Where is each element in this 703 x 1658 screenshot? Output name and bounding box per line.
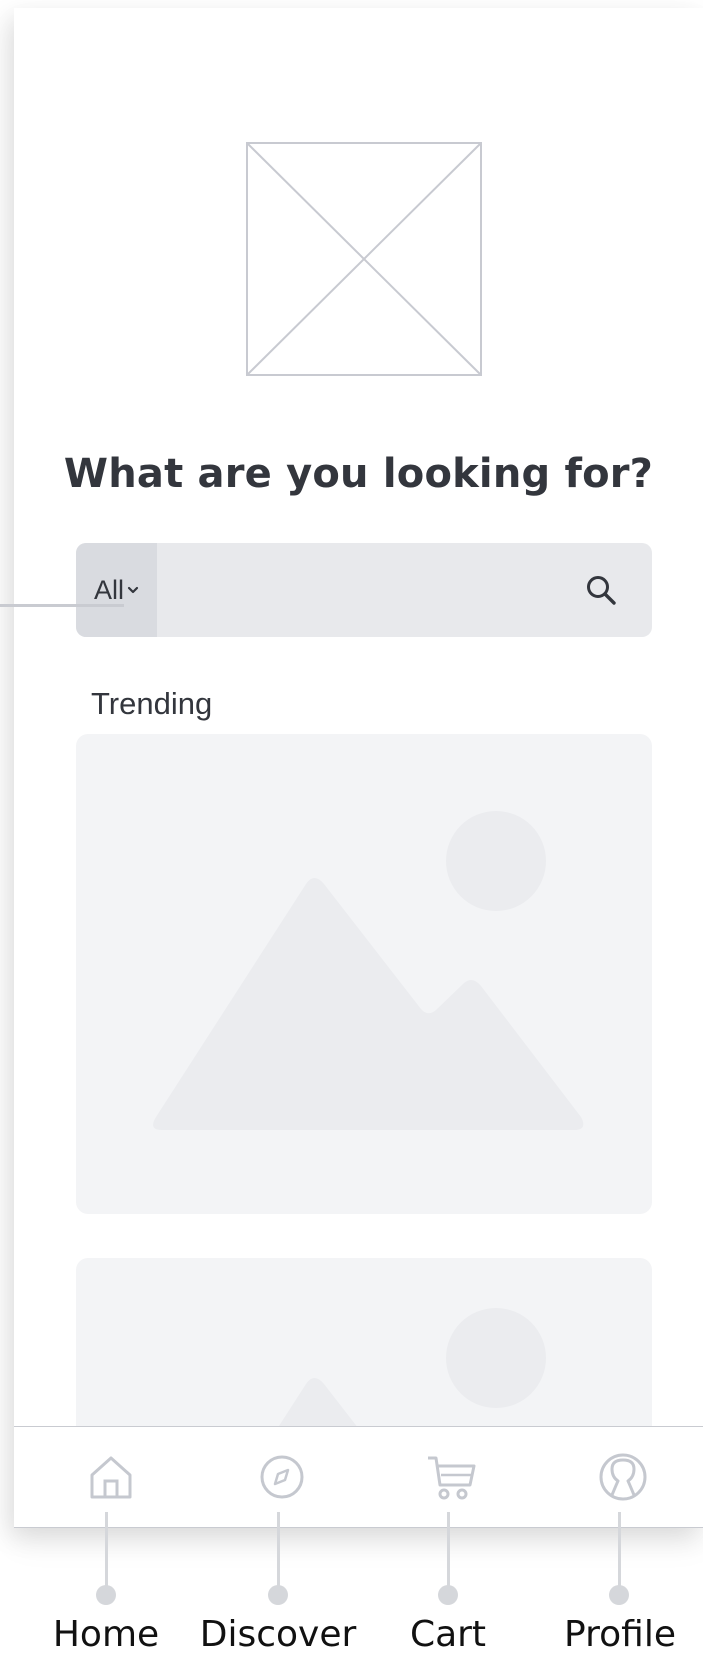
callout-dot-cart bbox=[438, 1585, 458, 1605]
image-placeholder-x-icon bbox=[246, 142, 482, 376]
callout-line-home bbox=[105, 1512, 108, 1596]
callout-dot-profile bbox=[609, 1585, 629, 1605]
category-dropdown[interactable]: All bbox=[76, 543, 157, 637]
profile-icon[interactable] bbox=[595, 1449, 651, 1505]
callout-dot-home bbox=[96, 1585, 116, 1605]
image-placeholder-icon bbox=[153, 811, 584, 1130]
page-headline: What are you looking for? bbox=[63, 451, 654, 497]
bottom-navigation-bar bbox=[14, 1426, 703, 1528]
category-label: All bbox=[93, 574, 124, 605]
callout-dot-discover bbox=[268, 1585, 288, 1605]
home-icon[interactable] bbox=[83, 1449, 139, 1505]
callout-line-cart bbox=[447, 1512, 450, 1596]
callout-label-home: Home bbox=[52, 1614, 160, 1655]
chevron-down-icon bbox=[127, 586, 139, 594]
search-bar: All bbox=[76, 543, 652, 637]
callout-label-profile: Profile bbox=[564, 1614, 676, 1655]
trending-card[interactable] bbox=[76, 734, 652, 1214]
compass-icon[interactable] bbox=[254, 1449, 310, 1505]
callout-line-discover bbox=[277, 1512, 280, 1596]
phone-screen: What are you looking for? All Trending bbox=[14, 8, 703, 1528]
wireframe-canvas: What are you looking for? All Trending H… bbox=[0, 0, 703, 1658]
callout-label-cart: Cart bbox=[409, 1614, 487, 1655]
cart-icon[interactable] bbox=[424, 1449, 480, 1505]
annotation-connector-line bbox=[0, 604, 124, 607]
search-icon[interactable] bbox=[584, 573, 618, 607]
trending-title: Trending bbox=[91, 686, 213, 721]
search-input[interactable] bbox=[164, 543, 568, 637]
callout-line-profile bbox=[618, 1512, 621, 1596]
callout-label-discover: Discover bbox=[199, 1614, 357, 1655]
